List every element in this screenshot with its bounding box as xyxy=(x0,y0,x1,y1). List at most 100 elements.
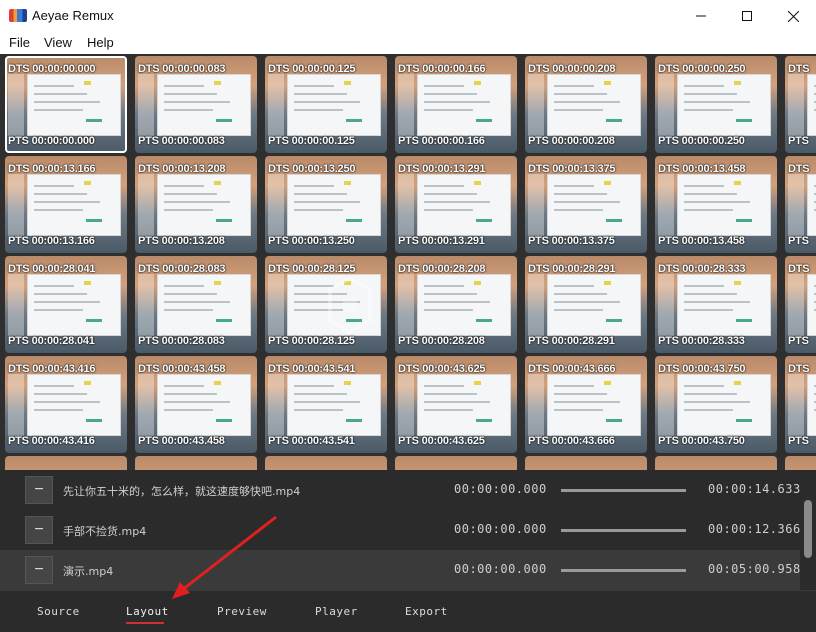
thumbnail-image xyxy=(417,274,511,336)
tab-export[interactable]: Export xyxy=(405,605,448,618)
thumbnail-frame[interactable]: DTS 00:00:28.333 PTS 00:00:28.333 xyxy=(655,256,777,353)
thumbnail-frame[interactable] xyxy=(265,456,387,470)
pts-label: PTS 00:00:43.625 xyxy=(398,435,485,447)
thumbnail-image xyxy=(417,374,511,436)
thumbnail-frame[interactable]: DTS 00:00:13.208 PTS 00:00:13.208 xyxy=(135,156,257,253)
menu-view[interactable]: View xyxy=(44,35,72,50)
dts-label: DTS xyxy=(788,363,810,375)
tab-preview[interactable]: Preview xyxy=(217,605,267,618)
file-row[interactable]: − 演示.mp4 00:00:00.000 00:05:00.958 xyxy=(0,550,800,590)
remove-file-button[interactable]: − xyxy=(25,516,53,544)
tab-layout[interactable]: Layout xyxy=(126,605,169,618)
pts-label: PTS 00:00:13.291 xyxy=(398,235,485,247)
thumbnail-frame[interactable]: DTS 00:00:00.166 PTS 00:00:00.166 xyxy=(395,56,517,153)
maximize-button[interactable] xyxy=(724,0,770,32)
pts-label: PTS 00:00:13.458 xyxy=(658,235,745,247)
thumbnail-frame[interactable]: DTS 00:00:43.541 PTS 00:00:43.541 xyxy=(265,356,387,453)
thumbnail-frame[interactable]: DTS 00:00:00.125 PTS 00:00:00.125 xyxy=(265,56,387,153)
thumbnail-image xyxy=(547,274,641,336)
thumbnail-frame[interactable]: DTS 00:00:00.208 PTS 00:00:00.208 xyxy=(525,56,647,153)
thumbnail-image xyxy=(677,374,771,436)
thumbnail-frame[interactable]: DTS 00:00:13.291 PTS 00:00:13.291 xyxy=(395,156,517,253)
file-start-time: 00:00:00.000 xyxy=(454,482,547,496)
dts-label: DTS 00:00:13.250 xyxy=(268,163,356,175)
file-trim-bar[interactable] xyxy=(561,489,686,492)
dts-label: DTS 00:00:13.291 xyxy=(398,163,486,175)
app-icon xyxy=(9,9,27,22)
menu-file[interactable]: File xyxy=(9,35,30,50)
pts-label: PTS 00:00:00.125 xyxy=(268,135,355,147)
dts-label: DTS 00:00:13.166 xyxy=(8,163,96,175)
maximize-icon xyxy=(742,11,752,21)
file-trim-bar[interactable] xyxy=(561,569,686,572)
thumbnail-frame[interactable]: DTS PTS xyxy=(785,156,816,253)
thumbnail-image xyxy=(27,174,121,236)
thumbnail-frame[interactable]: DTS 00:00:28.125 PTS 00:00:28.125 xyxy=(265,256,387,353)
thumbnail-frame[interactable]: DTS PTS xyxy=(785,256,816,353)
dts-label: DTS xyxy=(788,163,810,175)
thumbnail-frame[interactable]: DTS 00:00:43.416 PTS 00:00:43.416 xyxy=(5,356,127,453)
pts-label: PTS 00:00:00.208 xyxy=(528,135,615,147)
file-row[interactable]: − 手部不捡货.mp4 00:00:00.000 00:00:12.366 xyxy=(0,510,800,550)
thumbnail-frame[interactable]: DTS 00:00:43.458 PTS 00:00:43.458 xyxy=(135,356,257,453)
thumbnail-frame[interactable]: DTS 00:00:00.000 PTS 00:00:00.000 xyxy=(5,56,127,153)
pts-label: PTS 00:00:43.666 xyxy=(528,435,615,447)
dts-label: DTS 00:00:43.750 xyxy=(658,363,746,375)
thumbnail-frame[interactable] xyxy=(5,456,127,470)
tab-player[interactable]: Player xyxy=(315,605,358,618)
thumbnail-frame[interactable]: DTS 00:00:28.291 PTS 00:00:28.291 xyxy=(525,256,647,353)
thumbnail-frame[interactable]: DTS 00:00:00.250 PTS 00:00:00.250 xyxy=(655,56,777,153)
file-list-scrollbar[interactable] xyxy=(803,470,813,590)
dts-label: DTS 00:00:28.083 xyxy=(138,263,226,275)
thumbnail-frame[interactable] xyxy=(785,456,816,470)
file-name: 手部不捡货.mp4 xyxy=(63,525,147,538)
close-button[interactable] xyxy=(770,0,816,32)
thumbnail-sidebar xyxy=(528,74,544,136)
thumbnail-frame[interactable]: DTS 00:00:28.083 PTS 00:00:28.083 xyxy=(135,256,257,353)
pts-label: PTS xyxy=(788,235,809,247)
thumbnail-frame[interactable]: DTS 00:00:13.166 PTS 00:00:13.166 xyxy=(5,156,127,253)
remove-file-button[interactable]: − xyxy=(25,476,53,504)
scrollbar-thumb[interactable] xyxy=(804,500,812,558)
file-list: − 先让你五十米的，怎么样，就这速度够快吧.mp4 00:00:00.000 0… xyxy=(0,470,816,590)
thumbnail-sidebar xyxy=(658,274,674,336)
thumbnail-sidebar xyxy=(268,274,284,336)
thumbnail-grid[interactable]: DTS 00:00:00.000 PTS 00:00:00.000 DTS 00:0… xyxy=(0,54,816,470)
pts-label: PTS 00:00:13.250 xyxy=(268,235,355,247)
window-title: Aeyae Remux xyxy=(32,8,114,23)
thumbnail-image xyxy=(417,174,511,236)
thumbnail-frame[interactable] xyxy=(395,456,517,470)
dts-label: DTS 00:00:13.375 xyxy=(528,163,616,175)
thumbnail-frame[interactable]: DTS 00:00:28.041 PTS 00:00:28.041 xyxy=(5,256,127,353)
menu-help[interactable]: Help xyxy=(87,35,114,50)
pts-label: PTS 00:00:13.208 xyxy=(138,235,225,247)
file-row[interactable]: − 先让你五十米的，怎么样，就这速度够快吧.mp4 00:00:00.000 0… xyxy=(0,470,800,510)
thumbnail-sidebar xyxy=(8,274,24,336)
thumbnail-frame[interactable]: DTS 00:00:13.375 PTS 00:00:13.375 xyxy=(525,156,647,253)
thumbnail-image xyxy=(807,174,816,236)
pts-label: PTS 00:00:28.125 xyxy=(268,335,355,347)
remove-file-button[interactable]: − xyxy=(25,556,53,584)
tab-source[interactable]: Source xyxy=(37,605,80,618)
thumbnail-frame[interactable]: DTS PTS xyxy=(785,356,816,453)
thumbnail-frame[interactable] xyxy=(655,456,777,470)
thumbnail-image xyxy=(157,274,251,336)
thumbnail-sidebar xyxy=(788,174,804,236)
thumbnail-frame[interactable]: DTS 00:00:13.250 PTS 00:00:13.250 xyxy=(265,156,387,253)
thumbnail-frame[interactable]: DTS 00:00:43.750 PTS 00:00:43.750 xyxy=(655,356,777,453)
menu-bar: File View Help xyxy=(0,32,816,54)
dts-label: DTS xyxy=(788,63,810,75)
thumbnail-frame[interactable]: DTS 00:00:00.083 PTS 00:00:00.083 xyxy=(135,56,257,153)
minimize-button[interactable] xyxy=(678,0,724,32)
file-trim-bar[interactable] xyxy=(561,529,686,532)
thumbnail-frame[interactable] xyxy=(525,456,647,470)
pts-label: PTS 00:00:28.083 xyxy=(138,335,225,347)
thumbnail-frame[interactable] xyxy=(135,456,257,470)
thumbnail-frame[interactable]: DTS 00:00:28.208 PTS 00:00:28.208 xyxy=(395,256,517,353)
thumbnail-frame[interactable]: DTS 00:00:13.458 PTS 00:00:13.458 xyxy=(655,156,777,253)
thumbnail-frame[interactable]: DTS 00:00:43.666 PTS 00:00:43.666 xyxy=(525,356,647,453)
thumbnail-frame[interactable]: DTS 00:00:43.625 PTS 00:00:43.625 xyxy=(395,356,517,453)
thumbnail-sidebar xyxy=(528,174,544,236)
thumbnail-frame[interactable]: DTS PTS xyxy=(785,56,816,153)
close-icon xyxy=(787,10,799,22)
